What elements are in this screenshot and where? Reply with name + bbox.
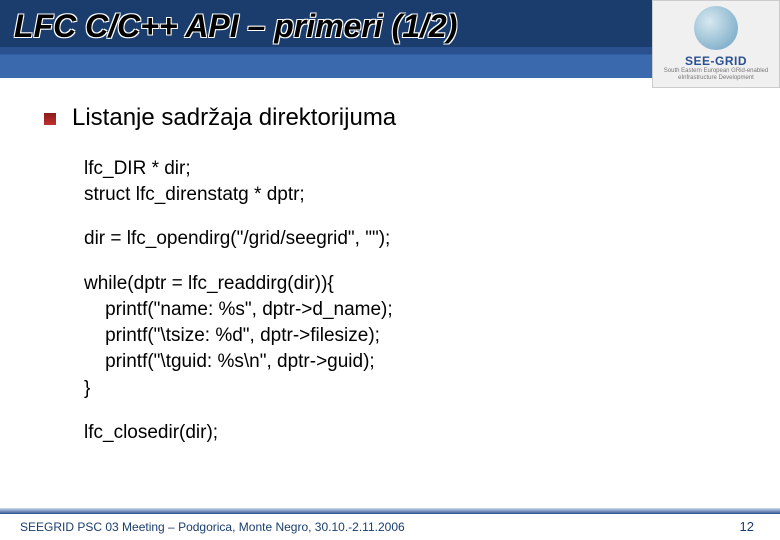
code-line: lfc_DIR * dir; xyxy=(84,156,746,182)
code-line: } xyxy=(84,376,746,402)
code-para-2: dir = lfc_opendirg("/grid/seegrid", ""); xyxy=(84,226,746,252)
bullet-text: Listanje sadržaja direktorijuma xyxy=(72,104,396,132)
code-line: dir = lfc_opendirg("/grid/seegrid", ""); xyxy=(84,226,746,252)
code-para-4: lfc_closedir(dir); xyxy=(84,420,746,446)
footer: SEEGRID PSC 03 Meeting – Podgorica, Mont… xyxy=(0,510,780,540)
footer-divider xyxy=(0,508,780,514)
code-para-1: lfc_DIR * dir; struct lfc_direnstatg * d… xyxy=(84,156,746,208)
code-line: lfc_closedir(dir); xyxy=(84,420,746,446)
code-line: struct lfc_direnstatg * dptr; xyxy=(84,182,746,208)
code-line: while(dptr = lfc_readdirg(dir)){ xyxy=(84,271,746,297)
code-line: printf("name: %s", dptr->d_name); xyxy=(84,297,746,323)
slide-content: Listanje sadržaja direktorijuma lfc_DIR … xyxy=(0,78,780,446)
logo-label: SEE-GRID xyxy=(685,54,747,68)
globe-icon xyxy=(694,6,738,50)
page-number: 12 xyxy=(740,519,754,534)
title-bar: LFC C/C++ API – primeri (1/2) SEE-GRID S… xyxy=(0,0,780,78)
bullet-icon xyxy=(44,113,56,125)
code-para-3: while(dptr = lfc_readdirg(dir)){ printf(… xyxy=(84,271,746,402)
footer-text: SEEGRID PSC 03 Meeting – Podgorica, Mont… xyxy=(20,520,405,534)
seegrid-logo: SEE-GRID South Eastern European GRid-ena… xyxy=(652,0,780,88)
logo-subtitle: South Eastern European GRid-enabled eInf… xyxy=(653,68,779,81)
bullet-item: Listanje sadržaja direktorijuma xyxy=(44,104,746,132)
code-line: printf("\tguid: %s\n", dptr->guid); xyxy=(84,349,746,375)
slide-title: LFC C/C++ API – primeri (1/2) xyxy=(14,8,457,45)
code-line: printf("\tsize: %d", dptr->filesize); xyxy=(84,323,746,349)
code-block: lfc_DIR * dir; struct lfc_direnstatg * d… xyxy=(84,156,746,446)
